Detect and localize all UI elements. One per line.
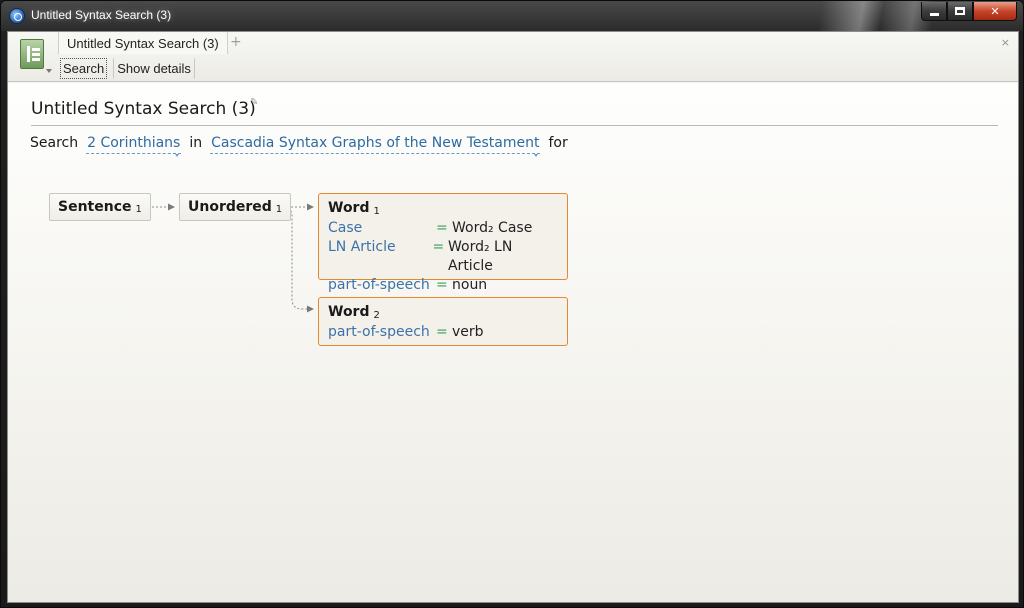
attr-value: noun [452,277,488,293]
close-window-button[interactable]: ✕ [973,2,1017,21]
close-panel-icon[interactable]: × [1001,36,1010,49]
word1-label: Word [328,200,370,216]
unordered-to-word2-connector [283,206,314,313]
tab-label: Untitled Syntax Search (3) [67,35,219,51]
word1-header: Word 1 [328,199,558,219]
query-in: in [189,135,203,151]
attr-operator: = [432,239,445,255]
sentence-label: Sentence [58,199,132,215]
resource-selector[interactable]: Cascadia Syntax Graphs of the New Testam… [210,135,541,157]
attr-name: Case [328,220,363,236]
unordered-node[interactable]: Unordered 1 [179,193,292,221]
search-button[interactable]: Search [60,58,108,79]
word1-attr-part-of-speech[interactable]: part-of-speech = noun [328,276,558,295]
toolbar-buttons: Search Show details [60,58,195,79]
search-query: Search 2 Corinthians in Cascadia Syntax … [30,135,568,157]
range-selector[interactable]: 2 Corinthians [86,135,182,157]
syntax-search-icon [20,39,44,69]
attr-name: LN Article [328,239,396,255]
sentence-index: 1 [135,203,142,215]
attr-name: part-of-speech [328,277,430,293]
attr-operator: = [436,324,448,340]
unordered-label: Unordered [188,199,272,215]
app-window: Untitled Syntax Search (3) ✕ Untitled Sy… [0,0,1024,608]
attr-value: verb [452,324,484,340]
word2-node[interactable]: Word 2 part-of-speech = verb [318,297,568,346]
unordered-index: 1 [275,203,283,215]
close-icon: ✕ [990,4,1000,18]
panel-menu-button[interactable] [16,37,52,75]
word2-label: Word [328,304,370,320]
logos-app-icon[interactable] [9,8,25,24]
word1-index: 1 [373,206,380,217]
query-suffix: for [548,135,568,151]
add-tab-icon[interactable]: + [230,34,242,50]
word1-attr-case[interactable]: Case = Word₂ Case [328,219,558,238]
panel-toolbar: Untitled Syntax Search (3) + × Search Sh… [8,32,1018,82]
title-divider [31,125,998,126]
minimize-button[interactable] [921,2,947,21]
word2-attr-part-of-speech[interactable]: part-of-speech = verb [328,323,558,342]
title-bar[interactable]: Untitled Syntax Search (3) ✕ [1,1,1023,31]
word2-index: 2 [373,310,380,321]
word1-node[interactable]: Word 1 Case = Word₂ Case LN Article = Wor… [318,193,568,293]
panel: Untitled Syntax Search (3) + × Search Sh… [7,31,1019,603]
tab-untitled-syntax-search[interactable]: Untitled Syntax Search (3) [58,32,228,54]
attr-value: Word₂ LN Article [447,239,513,274]
attr-value: Word₂ Case [452,220,533,236]
dropdown-arrow-icon [46,69,52,73]
attr-operator: = [436,277,448,293]
minimize-icon [929,12,939,16]
word2-header: Word 2 [328,303,558,323]
page-title[interactable]: Untitled Syntax Search (3) [31,99,256,119]
query-prefix: Search [30,135,79,151]
attr-name: part-of-speech [328,324,430,340]
search-content: Untitled Syntax Search (3) ✎ Search 2 Co… [8,83,1018,602]
maximize-button[interactable] [947,2,973,21]
show-details-button[interactable]: Show details [113,58,195,79]
word1-attr-ln-article[interactable]: LN Article = Word₂ LN Article [328,238,558,276]
maximize-icon [955,7,965,15]
window-title: Untitled Syntax Search (3) [31,8,172,22]
sentence-node[interactable]: Sentence 1 [49,193,151,221]
edit-pencil-icon[interactable]: ✎ [250,97,260,108]
attr-operator: = [436,220,448,236]
window-controls: ✕ [921,2,1017,22]
